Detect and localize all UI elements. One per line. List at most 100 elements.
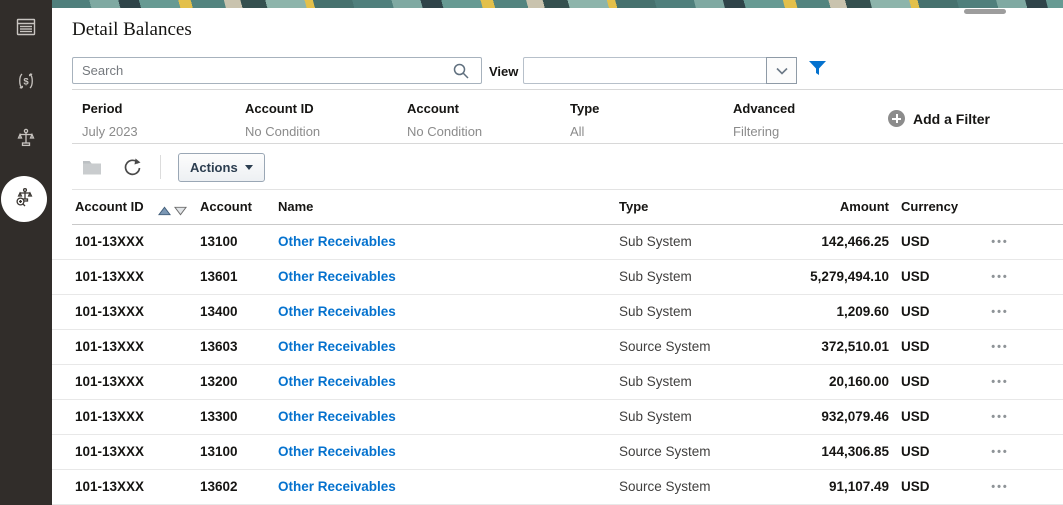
drawer-resize-handle[interactable]	[964, 9, 1006, 14]
cell-currency: USD	[901, 409, 930, 424]
cell-amount: 372,510.01	[821, 339, 889, 354]
table-row[interactable]: 101-13XXX 13200 Other Receivables Sub Sy…	[52, 365, 1063, 400]
view-label: View	[489, 64, 519, 79]
sidebar-item-allocations[interactable]	[14, 126, 38, 150]
cell-account-id: 101-13XXX	[75, 444, 145, 459]
filter-label-type: Type	[570, 101, 600, 116]
folder-icon[interactable]	[82, 159, 102, 175]
cell-account: 13603	[200, 339, 238, 354]
chevron-down-icon	[775, 62, 788, 80]
main-content: Detail Balances View	[52, 0, 1063, 505]
cell-name-link[interactable]: Other Receivables	[278, 260, 396, 294]
cell-amount: 932,079.46	[821, 409, 889, 424]
banner-image	[52, 0, 1063, 8]
filter-funnel-icon[interactable]	[809, 61, 826, 76]
cell-currency: USD	[901, 479, 930, 494]
search-input[interactable]	[72, 57, 482, 84]
add-filter-button[interactable]: Add a Filter	[888, 110, 990, 127]
row-actions-button[interactable]: •••	[982, 260, 1018, 294]
cell-type: Sub System	[619, 374, 692, 389]
row-actions-button[interactable]: •••	[982, 400, 1018, 434]
sidebar-item-currency-exchange[interactable]: $	[14, 69, 38, 93]
refresh-icon[interactable]	[123, 157, 142, 176]
cell-currency: USD	[901, 339, 930, 354]
divider	[72, 143, 1063, 144]
sort-ascending-icon[interactable]	[158, 203, 171, 221]
caret-down-icon	[244, 165, 253, 170]
cell-name-link[interactable]: Other Receivables	[278, 435, 396, 469]
detail-balances-window: $ Detail Balances Search View Period Jul…	[0, 0, 1063, 505]
cell-account-id: 101-13XXX	[75, 234, 145, 249]
row-actions-button[interactable]: •••	[982, 365, 1018, 399]
row-actions-button[interactable]: •••	[982, 330, 1018, 364]
cell-account-id: 101-13XXX	[75, 269, 145, 284]
filter-label-account-id: Account ID	[245, 101, 314, 116]
cell-account-id: 101-13XXX	[75, 304, 145, 319]
cell-amount: 144,306.85	[821, 444, 889, 459]
cell-name-link[interactable]: Other Receivables	[278, 225, 396, 259]
cell-amount: 5,279,494.10	[810, 269, 889, 284]
table-row[interactable]: 101-13XXX 13601 Other Receivables Sub Sy…	[52, 260, 1063, 295]
filter-label-period: Period	[82, 101, 123, 116]
filter-value-account-id[interactable]: No Condition	[245, 124, 320, 139]
column-header-account[interactable]: Account	[200, 190, 252, 224]
column-header-type[interactable]: Type	[619, 190, 648, 224]
cell-currency: USD	[901, 444, 930, 459]
table-row[interactable]: 101-13XXX 13300 Other Receivables Sub Sy…	[52, 400, 1063, 435]
cell-currency: USD	[901, 269, 930, 284]
sort-control[interactable]	[158, 203, 187, 221]
table-row[interactable]: 101-13XXX 13602 Other Receivables Source…	[52, 470, 1063, 505]
table-row[interactable]: 101-13XXX 13603 Other Receivables Source…	[52, 330, 1063, 365]
table-row[interactable]: 101-13XXX 13100 Other Receivables Source…	[52, 435, 1063, 470]
cell-type: Source System	[619, 339, 711, 354]
filter-label-account: Account	[407, 101, 459, 116]
cell-type: Source System	[619, 479, 711, 494]
cell-currency: USD	[901, 234, 930, 249]
sort-descending-icon[interactable]	[174, 203, 187, 221]
cell-amount: 142,466.25	[821, 234, 889, 249]
view-select[interactable]	[523, 57, 797, 84]
sidebar-item-inspect-balances[interactable]	[1, 176, 47, 222]
table-row[interactable]: 101-13XXX 13100 Other Receivables Sub Sy…	[52, 225, 1063, 260]
cell-account-id: 101-13XXX	[75, 374, 145, 389]
column-header-currency[interactable]: Currency	[901, 190, 958, 224]
row-actions-button[interactable]: •••	[982, 435, 1018, 469]
column-header-amount[interactable]: Amount	[742, 190, 889, 224]
filter-value-account[interactable]: No Condition	[407, 124, 482, 139]
cell-amount: 91,107.49	[828, 479, 889, 494]
cell-name-link[interactable]: Other Receivables	[278, 295, 396, 329]
filter-value-type[interactable]: All	[570, 124, 584, 139]
row-actions-button[interactable]: •••	[982, 225, 1018, 259]
filter-label-advanced: Advanced	[733, 101, 796, 116]
cell-account-id: 101-13XXX	[75, 339, 145, 354]
search-icon[interactable]	[452, 62, 470, 80]
filter-value-advanced[interactable]: Filtering	[733, 124, 779, 139]
cell-account: 13100	[200, 444, 238, 459]
table-row[interactable]: 101-13XXX 13400 Other Receivables Sub Sy…	[52, 295, 1063, 330]
table-body: 101-13XXX 13100 Other Receivables Sub Sy…	[52, 225, 1063, 505]
table-list-icon	[14, 15, 38, 39]
column-header-name[interactable]: Name	[278, 190, 313, 224]
cell-account: 13300	[200, 409, 238, 424]
view-select-chevron[interactable]	[766, 57, 797, 84]
balance-scale-icon	[14, 126, 38, 150]
actions-button[interactable]: Actions	[178, 153, 265, 182]
page-title: Detail Balances	[72, 19, 192, 40]
cell-name-link[interactable]: Other Receivables	[278, 330, 396, 364]
column-header-account-id[interactable]: Account ID	[75, 190, 144, 224]
sidebar-item-table-list[interactable]	[14, 15, 38, 39]
row-actions-button[interactable]: •••	[982, 470, 1018, 504]
cell-amount: 1,209.60	[836, 304, 889, 319]
filter-value-period[interactable]: July 2023	[82, 124, 138, 139]
cell-name-link[interactable]: Other Receivables	[278, 470, 396, 504]
cell-name-link[interactable]: Other Receivables	[278, 365, 396, 399]
cell-name-link[interactable]: Other Receivables	[278, 400, 396, 434]
cell-type: Sub System	[619, 269, 692, 284]
actions-label: Actions	[190, 160, 238, 175]
row-actions-button[interactable]: •••	[982, 295, 1018, 329]
add-filter-label: Add a Filter	[913, 110, 991, 127]
cell-account: 13601	[200, 269, 238, 284]
cell-account: 13200	[200, 374, 238, 389]
cell-amount: 20,160.00	[828, 374, 889, 389]
cell-account-id: 101-13XXX	[75, 479, 145, 494]
